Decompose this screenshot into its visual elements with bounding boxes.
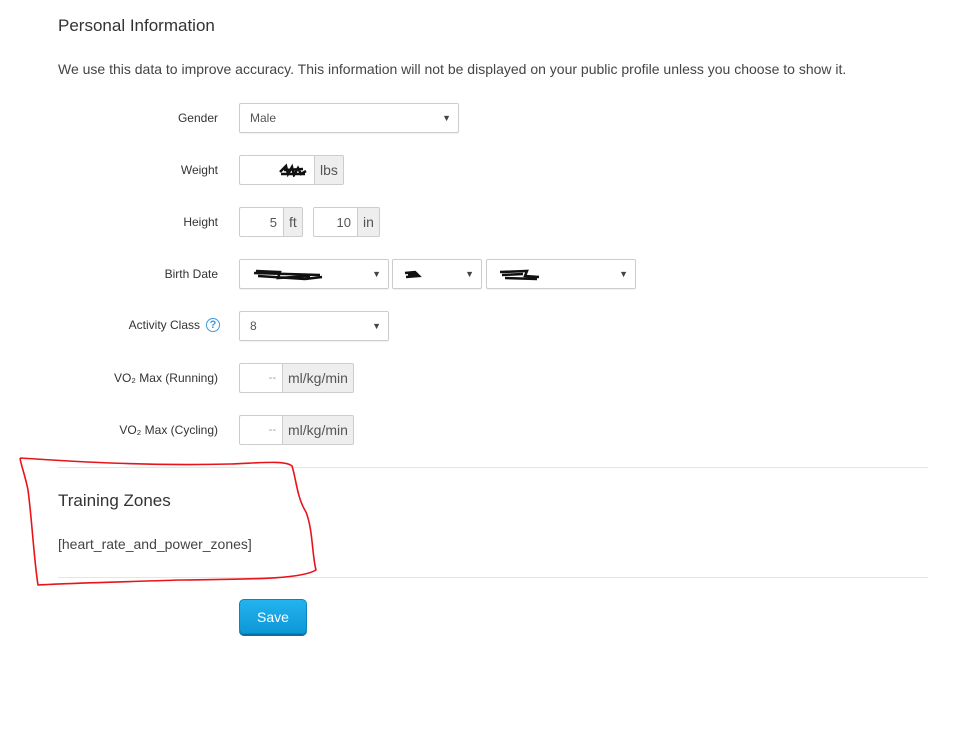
save-button[interactable]: Save xyxy=(239,599,307,634)
annotation-outline xyxy=(19,457,317,586)
